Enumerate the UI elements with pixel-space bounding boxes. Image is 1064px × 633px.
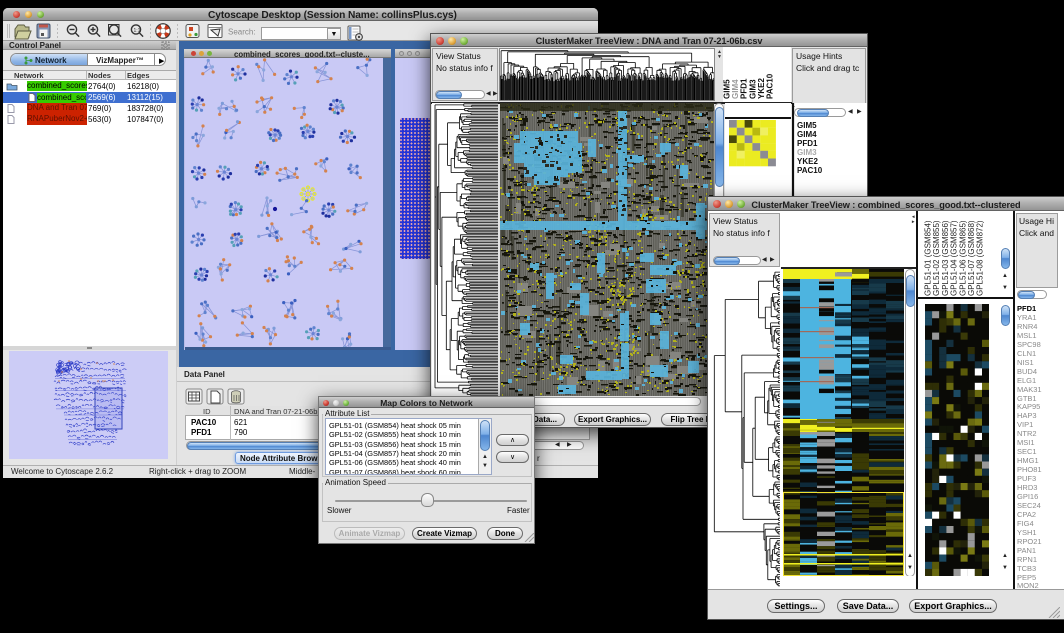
svg-text:GPL51-06 (GSM865): GPL51-06 (GSM865) (958, 220, 967, 296)
svg-text:PAC10: PAC10 (766, 73, 775, 99)
svg-text:GPL51-08 (GSM872): GPL51-08 (GSM872) (976, 220, 985, 296)
svg-text:GPL51-02 (GSM855): GPL51-02 (GSM855) (932, 220, 941, 296)
svg-text:1:1: 1:1 (134, 28, 141, 34)
svg-text:GPL51-04 (GSM857): GPL51-04 (GSM857) (950, 220, 959, 296)
svg-text:GPL51-07 (GSM868): GPL51-07 (GSM868) (967, 220, 976, 296)
svg-text:GPL51-01 (GSM854): GPL51-01 (GSM854) (924, 220, 933, 296)
svg-text:Search:: Search: (228, 28, 256, 37)
svg-text:GPL51-03 (GSM856): GPL51-03 (GSM856) (941, 220, 950, 296)
